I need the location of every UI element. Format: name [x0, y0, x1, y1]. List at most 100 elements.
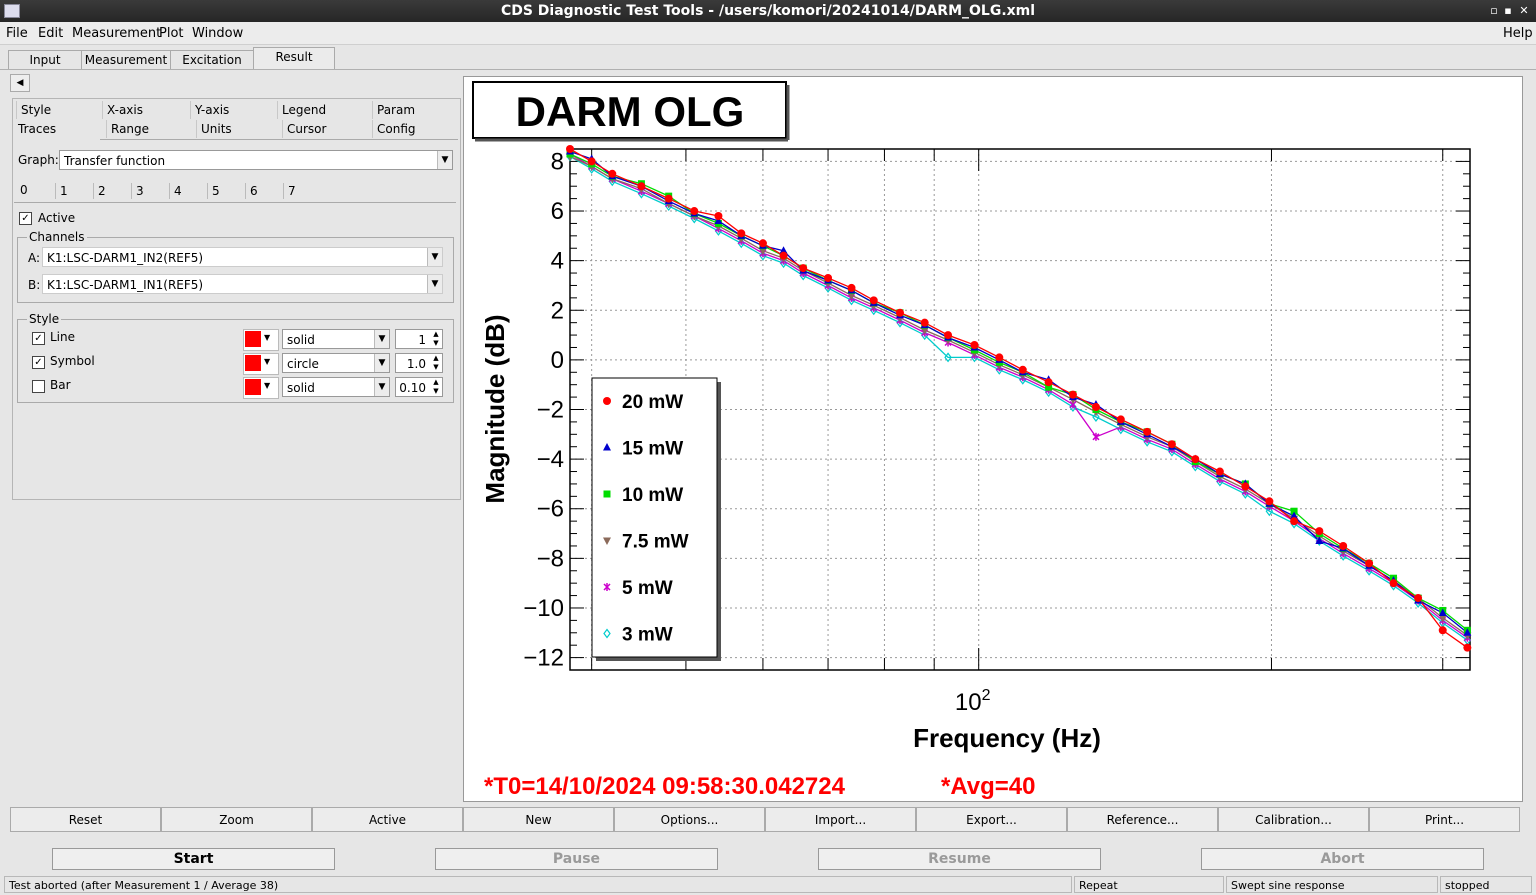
line-color-picker[interactable]: ▼: [243, 329, 279, 351]
bar-width-value: 0.10: [399, 381, 426, 395]
print-button[interactable]: Print...: [1369, 807, 1520, 832]
data-point: [1018, 365, 1027, 374]
bar-style-select[interactable]: solid ▼: [282, 377, 390, 397]
channel-a-value: K1:LSC-DARM1_IN2(REF5): [47, 251, 204, 265]
trace-tab-4[interactable]: 4: [169, 183, 204, 199]
data-point: [995, 353, 1004, 362]
symbol-color-picker[interactable]: ▼: [243, 353, 279, 375]
import-button[interactable]: Import...: [765, 807, 916, 832]
subtab-param[interactable]: Param: [372, 101, 459, 119]
line-style-select[interactable]: solid ▼: [282, 329, 390, 349]
data-point: [847, 283, 856, 292]
chevron-down-icon[interactable]: ▼: [437, 151, 452, 169]
resume-button[interactable]: Resume: [818, 848, 1101, 870]
tab-result[interactable]: Result: [253, 47, 335, 70]
trace-tab-2[interactable]: 2: [93, 183, 128, 199]
channel-b-select[interactable]: K1:LSC-DARM1_IN1(REF5) ▼: [42, 274, 443, 294]
tab-measurement[interactable]: Measurement: [81, 50, 171, 70]
subtab-config[interactable]: Config: [372, 120, 459, 138]
trace-tab-5[interactable]: 5: [207, 183, 242, 199]
spinner-arrows-icon[interactable]: ▲ ▼: [430, 354, 442, 372]
legend-label: 5 mW: [622, 578, 673, 599]
tab-excitation[interactable]: Excitation: [170, 50, 254, 70]
channel-a-select[interactable]: K1:LSC-DARM1_IN2(REF5) ▼: [42, 247, 443, 267]
trace-tab-0[interactable]: 0: [16, 182, 54, 198]
trace-tab-1[interactable]: 1: [55, 183, 90, 199]
y-tick-label: 0: [551, 347, 564, 374]
menu-measurement[interactable]: Measurement: [72, 26, 161, 41]
data-point: [1191, 455, 1200, 464]
maximize-icon[interactable]: ▪: [1500, 3, 1516, 19]
data-point: [1315, 527, 1324, 536]
start-button[interactable]: Start: [52, 848, 335, 870]
menu-window[interactable]: Window: [192, 26, 243, 41]
zoom-button[interactable]: Zoom: [161, 807, 312, 832]
spinner-arrows-icon[interactable]: ▲ ▼: [430, 378, 442, 396]
active-button[interactable]: Active: [312, 807, 463, 832]
subtab-style[interactable]: Style: [16, 101, 99, 119]
menu-help[interactable]: Help: [1503, 26, 1533, 41]
menu-edit[interactable]: Edit: [38, 26, 63, 41]
bar-color-picker[interactable]: ▼: [243, 377, 279, 399]
y-tick-label: 8: [551, 148, 564, 175]
subtab-cursor[interactable]: Cursor: [282, 120, 367, 138]
menu-plot[interactable]: Plot: [159, 26, 184, 41]
subtab-range[interactable]: Range: [106, 120, 191, 138]
window-menu-icon[interactable]: [4, 4, 20, 18]
chevron-down-icon: ▼: [264, 381, 271, 390]
data-point: [1265, 497, 1274, 506]
chevron-down-icon[interactable]: ▼: [374, 354, 389, 372]
data-point: [664, 194, 673, 203]
chevron-down-icon[interactable]: ▼: [427, 248, 442, 266]
collapse-panel-button[interactable]: ◀: [10, 74, 30, 92]
chevron-down-icon[interactable]: ▼: [374, 378, 389, 396]
symbol-checkbox[interactable]: ✓: [32, 356, 45, 369]
trace-tab-6[interactable]: 6: [245, 183, 280, 199]
data-point: [566, 145, 574, 153]
trace-tab-7[interactable]: 7: [283, 183, 322, 199]
subtab-y-axis[interactable]: Y-axis: [190, 101, 275, 119]
subtab-legend[interactable]: Legend: [277, 101, 366, 119]
graph-select[interactable]: Transfer function ▼: [59, 150, 453, 170]
active-checkbox[interactable]: ✓: [19, 212, 32, 225]
data-point: [1389, 579, 1398, 588]
window-title: CDS Diagnostic Test Tools - /users/komor…: [500, 3, 1036, 19]
tab-input[interactable]: Input: [8, 50, 82, 70]
trace-tab-3[interactable]: 3: [131, 183, 166, 199]
status-test-type: Swept sine response: [1226, 876, 1438, 893]
data-point: [799, 264, 808, 273]
subtab-units[interactable]: Units: [196, 120, 281, 138]
subtab-x-axis[interactable]: X-axis: [102, 101, 187, 119]
legend-label: 3 mW: [622, 625, 673, 646]
options-button[interactable]: Options...: [614, 807, 765, 832]
bode-magnitude-chart[interactable]: DARM OLG 8 6 4 2 0 −2 −4 −6 −8 −10 −12 102 Frequenc…: [464, 77, 1522, 801]
y-tick-label: −4: [537, 446, 564, 473]
close-icon[interactable]: ✕: [1516, 3, 1532, 19]
pause-button[interactable]: Pause: [435, 848, 718, 870]
bar-label: Bar: [50, 378, 71, 392]
new-button[interactable]: New: [463, 807, 614, 832]
calibration-button[interactable]: Calibration...: [1218, 807, 1369, 832]
bar-style-value: solid: [287, 381, 315, 395]
plot-canvas[interactable]: DARM OLG 8 6 4 2 0 −2 −4 −6 −8 −10 −12 102 Frequenc…: [463, 76, 1523, 802]
bar-checkbox[interactable]: [32, 380, 45, 393]
spinner-arrows-icon[interactable]: ▲ ▼: [430, 330, 442, 348]
reference-button[interactable]: Reference...: [1067, 807, 1218, 832]
data-point: [1241, 482, 1250, 491]
symbol-style-select[interactable]: circle ▼: [282, 353, 390, 373]
legend-label: 15 mW: [622, 439, 683, 460]
chevron-down-icon[interactable]: ▼: [427, 275, 442, 293]
legend-marker: [603, 490, 611, 498]
x-axis-label: Frequency (Hz): [913, 723, 1101, 753]
subtab-traces[interactable]: Traces: [14, 120, 102, 138]
symbol-label: Symbol: [50, 354, 95, 368]
line-width-value: 1: [418, 333, 426, 347]
line-checkbox[interactable]: ✓: [32, 332, 45, 345]
abort-button[interactable]: Abort: [1201, 848, 1484, 870]
legend-label: 10 mW: [622, 485, 683, 506]
reset-button[interactable]: Reset: [10, 807, 161, 832]
trace-tab-separator: [14, 202, 456, 203]
chevron-down-icon[interactable]: ▼: [374, 330, 389, 348]
menu-file[interactable]: File: [6, 26, 28, 41]
export-button[interactable]: Export...: [916, 807, 1067, 832]
